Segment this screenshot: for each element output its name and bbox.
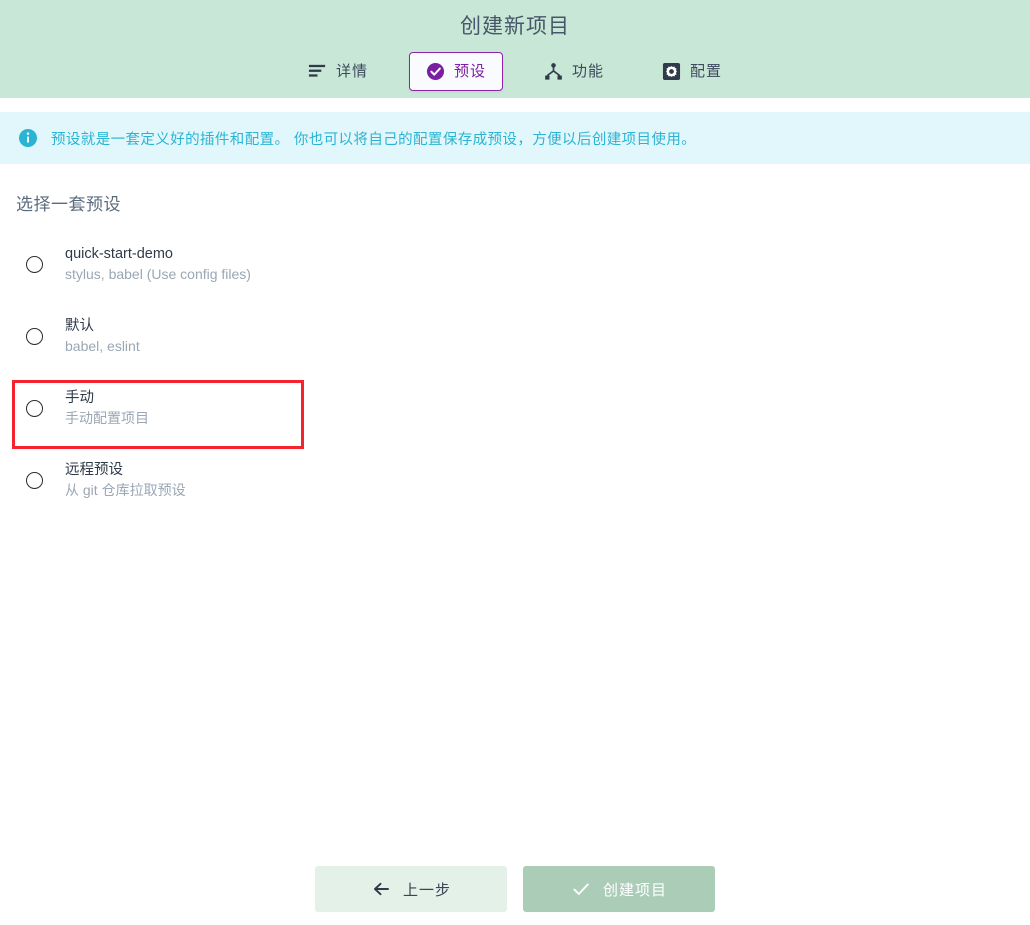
create-project-button-label: 创建项目 — [602, 881, 667, 899]
wizard-tab-bar: 详情 预设 功能 配置 — [0, 52, 1030, 91]
preset-option-subtitle: 从 git 仓库拉取预设 — [65, 481, 186, 498]
back-button[interactable]: 上一步 — [315, 866, 507, 912]
preset-option-texts: 手动 手动配置项目 — [65, 389, 149, 428]
section-title: 选择一套预设 — [16, 195, 121, 214]
preset-option-title: quick-start-demo — [65, 245, 173, 262]
check-circle-icon — [426, 62, 445, 81]
check-icon — [571, 879, 591, 899]
preset-option-texts: quick-start-demo stylus, babel (Use conf… — [65, 245, 251, 284]
tab-preset[interactable]: 预设 — [408, 52, 503, 91]
back-button-label: 上一步 — [402, 881, 451, 899]
preset-option-manual[interactable]: 手动 手动配置项目 — [0, 377, 1030, 439]
tab-details-label: 详情 — [335, 63, 368, 80]
preset-option-texts: 远程预设 从 git 仓库拉取预设 — [65, 461, 186, 500]
wizard-footer: 上一步 创建项目 — [0, 866, 1030, 925]
radio-circle-icon[interactable] — [26, 399, 43, 417]
tab-features-label: 功能 — [572, 63, 605, 80]
preset-selection-panel: 选择一套预设 quick-start-demo stylus, babel (U… — [0, 164, 1030, 866]
info-circle-icon — [18, 128, 38, 148]
preset-option-quick-start-demo[interactable]: quick-start-demo stylus, babel (Use conf… — [0, 233, 1030, 295]
info-banner-text: 预设就是一套定义好的插件和配置。 你也可以将自己的配置保存成预设，方便以后创建项… — [51, 131, 697, 148]
tab-features[interactable]: 功能 — [527, 52, 621, 91]
tab-config-label: 配置 — [690, 63, 723, 80]
page-title: 创建新项目 — [460, 15, 570, 38]
share-nodes-icon — [544, 62, 563, 81]
list-lines-icon — [308, 62, 327, 81]
tab-details[interactable]: 详情 — [291, 52, 385, 91]
preset-option-texts: 默认 babel, eslint — [65, 317, 140, 356]
preset-option-subtitle: babel, eslint — [65, 337, 140, 354]
radio-circle-icon[interactable] — [26, 327, 43, 345]
preset-option-remote[interactable]: 远程预设 从 git 仓库拉取预设 — [0, 449, 1030, 511]
create-project-button[interactable]: 创建项目 — [523, 866, 715, 912]
preset-option-default[interactable]: 默认 babel, eslint — [0, 305, 1030, 367]
radio-circle-icon[interactable] — [26, 471, 43, 489]
preset-option-subtitle: 手动配置项目 — [65, 409, 149, 426]
create-project-wizard: 创建新项目 详情 预设 功能 配置 预设就是一套定义好的插件和配置。 你也可以将… — [0, 0, 1030, 925]
tab-config[interactable]: 配置 — [645, 52, 739, 91]
radio-circle-icon[interactable] — [26, 255, 43, 273]
preset-option-subtitle: stylus, babel (Use config files) — [65, 265, 251, 282]
preset-option-title: 手动 — [65, 389, 94, 406]
banner-container: 预设就是一套定义好的插件和配置。 你也可以将自己的配置保存成预设，方便以后创建项… — [0, 98, 1030, 164]
preset-option-title: 远程预设 — [65, 461, 123, 478]
preset-radio-group: quick-start-demo stylus, babel (Use conf… — [0, 233, 1030, 511]
tab-preset-label: 预设 — [453, 63, 486, 80]
info-banner: 预设就是一套定义好的插件和配置。 你也可以将自己的配置保存成预设，方便以后创建项… — [0, 112, 1030, 164]
wizard-header: 创建新项目 详情 预设 功能 配置 — [0, 0, 1030, 98]
preset-option-title: 默认 — [65, 317, 94, 334]
gear-icon — [662, 62, 681, 81]
arrow-left-icon — [371, 879, 391, 899]
